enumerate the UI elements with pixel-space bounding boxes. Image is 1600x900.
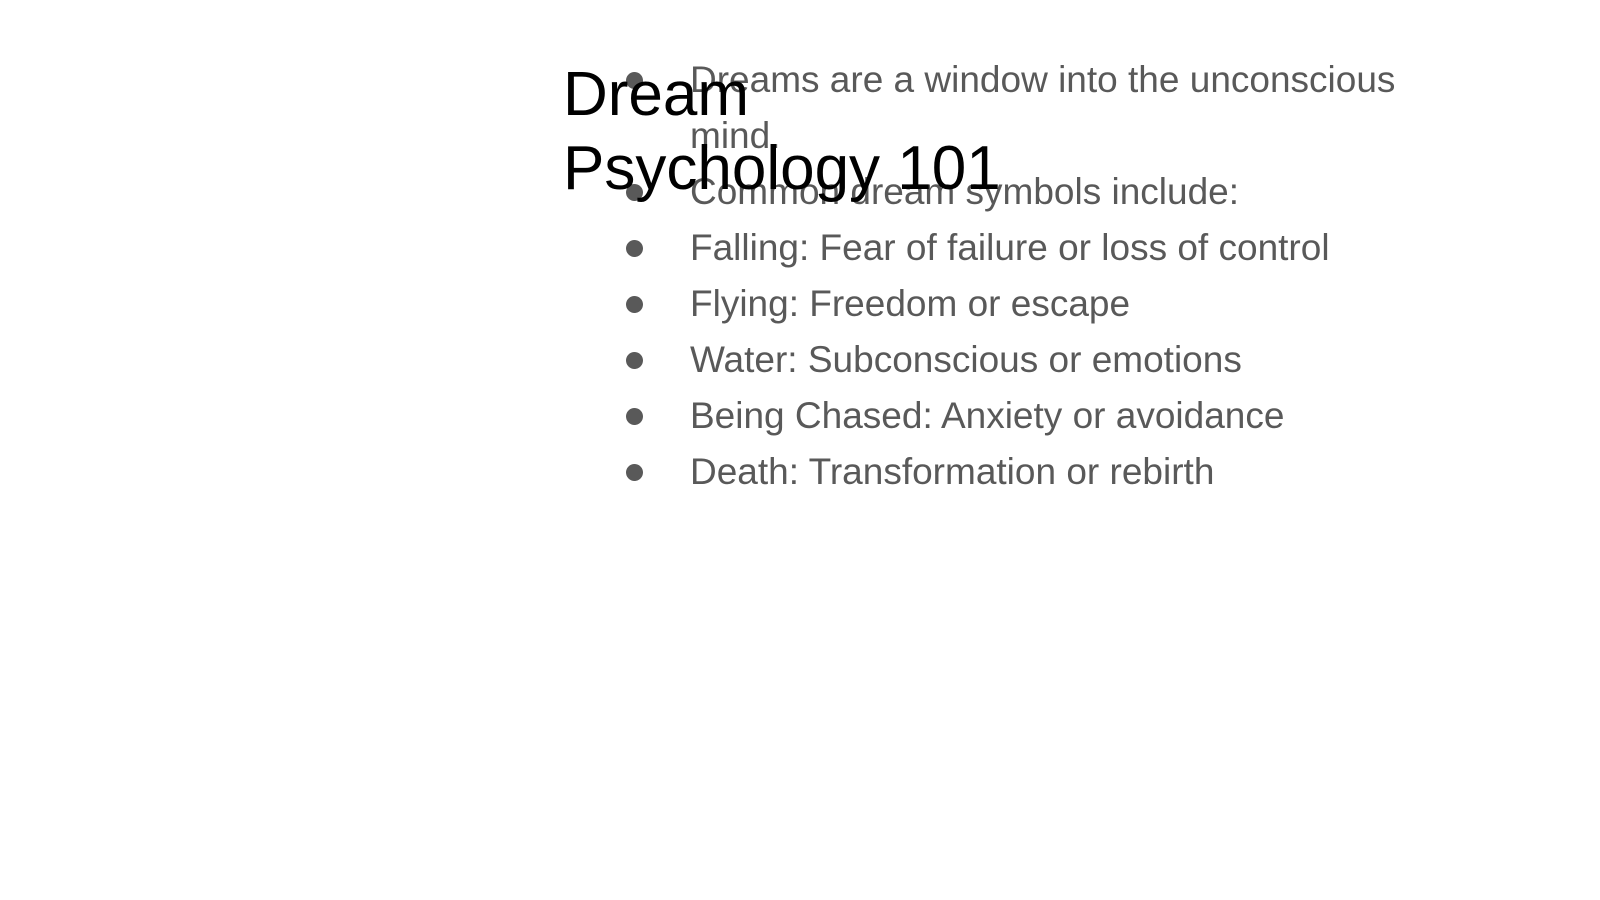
bullet-item: Falling: Fear of failure or loss of cont… <box>626 220 1486 276</box>
bullet-dot-icon <box>626 352 643 369</box>
bullet-dot-icon <box>626 240 643 257</box>
slide-title-line-2: Psychology 101 <box>563 134 1001 203</box>
bullet-item: Death: Transformation or rebirth <box>626 444 1486 500</box>
bullet-text: Flying: Freedom or escape <box>690 283 1131 324</box>
bullet-text: Being Chased: Anxiety or avoidance <box>690 395 1285 436</box>
bullet-item: Flying: Freedom or escape <box>626 276 1486 332</box>
bullet-item: Being Chased: Anxiety or avoidance <box>626 388 1486 444</box>
bullet-dot-icon <box>626 408 643 425</box>
bullet-text: Water: Subconscious or emotions <box>690 339 1242 380</box>
bullet-item: Water: Subconscious or emotions <box>626 332 1486 388</box>
slide-canvas: Dream Psychology 101 Dreams are a window… <box>0 0 1600 900</box>
bullet-text: Falling: Fear of failure or loss of cont… <box>690 227 1330 268</box>
slide-title[interactable]: Dream Psychology 101 <box>563 58 1083 206</box>
bullet-text: Death: Transformation or rebirth <box>690 451 1215 492</box>
slide-title-line-1: Dream <box>563 60 750 129</box>
bullet-dot-icon <box>626 296 643 313</box>
bullet-dot-icon <box>626 464 643 481</box>
